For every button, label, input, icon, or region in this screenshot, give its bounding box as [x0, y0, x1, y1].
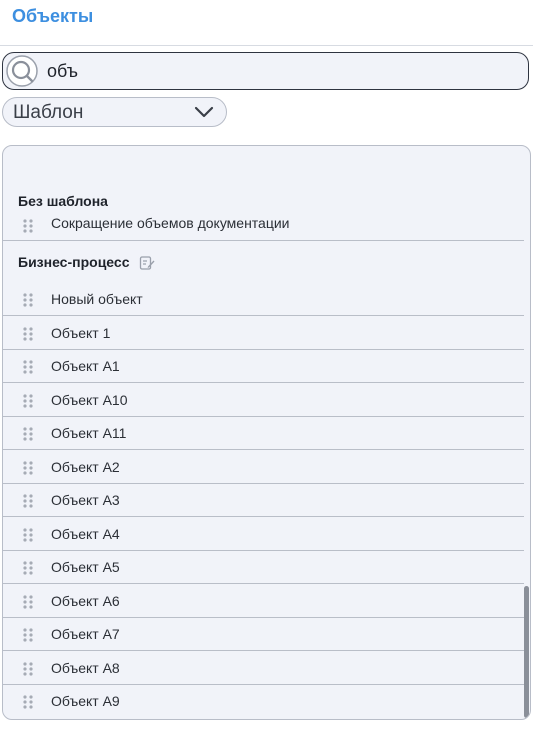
search-input[interactable] [47, 59, 507, 83]
list-item[interactable]: Объект А1 [3, 350, 524, 383]
list-item[interactable]: Объект А3 [3, 484, 524, 517]
list-item-label: Объект 1 [51, 325, 111, 341]
list-item-label: Объект А5 [51, 559, 120, 575]
page-title: Объекты [12, 6, 94, 26]
drag-handle-icon[interactable] [22, 393, 34, 409]
list-item-label: Объект А8 [51, 660, 120, 676]
list-item-label: Объект А9 [51, 693, 120, 709]
drag-handle-icon[interactable] [22, 560, 34, 576]
list-scrollbar[interactable] [524, 586, 529, 718]
header-divider [0, 45, 533, 46]
list-item-label: Объект А3 [51, 492, 120, 508]
drag-handle-icon[interactable] [22, 426, 34, 442]
drag-handle-icon[interactable] [22, 594, 34, 610]
list-item[interactable]: Объект А7 [3, 618, 524, 651]
list-item[interactable]: Объект А2 [3, 451, 524, 484]
list-item[interactable]: Объект А11 [3, 417, 524, 450]
list-item[interactable]: Объект А9 [3, 685, 524, 718]
list-item-label: Новый объект [51, 291, 143, 307]
drag-handle-icon[interactable] [22, 326, 34, 342]
drag-handle-icon[interactable] [22, 218, 34, 234]
drag-handle-icon[interactable] [22, 292, 34, 308]
list-item[interactable]: Новый объект [3, 283, 524, 316]
list-item-label: Сокращение объемов документации [51, 215, 290, 231]
list-item-label: Объект А4 [51, 526, 120, 542]
drag-handle-icon[interactable] [22, 460, 34, 476]
drag-handle-icon[interactable] [22, 661, 34, 677]
list-item[interactable]: Объект А4 [3, 518, 524, 551]
list-item-label: Объект А7 [51, 626, 120, 642]
list-item-label: Объект А2 [51, 459, 120, 475]
list-item[interactable]: Сокращение объемов документации [3, 208, 524, 241]
drag-handle-icon[interactable] [22, 527, 34, 543]
list-item-label: Объект А10 [51, 392, 128, 408]
template-dropdown-label: Шаблон [13, 102, 84, 123]
drag-handle-icon[interactable] [22, 694, 34, 710]
list-item[interactable]: Объект А6 [3, 585, 524, 618]
list-item-label: Объект А1 [51, 358, 120, 374]
drag-handle-icon[interactable] [22, 493, 34, 509]
search-icon [6, 55, 38, 87]
group-header-business-process: Бизнес-процесс [18, 254, 130, 270]
list-item-label: Объект А11 [51, 425, 127, 441]
drag-handle-icon[interactable] [22, 627, 34, 643]
edit-icon[interactable] [139, 255, 155, 271]
list-item[interactable]: Объект А10 [3, 384, 524, 417]
list-item[interactable]: Объект 1 [3, 317, 524, 350]
search-box[interactable] [2, 52, 529, 90]
list-item[interactable]: Объект А8 [3, 652, 524, 685]
group-header-no-template: Без шаблона [18, 193, 108, 209]
list-item-label: Объект А6 [51, 593, 120, 609]
drag-handle-icon[interactable] [22, 359, 34, 375]
list-item[interactable]: Объект А5 [3, 551, 524, 584]
template-dropdown[interactable]: Шаблон [2, 97, 227, 127]
chevron-down-icon [194, 106, 214, 118]
objects-list-panel: Без шаблона Сокращение объемов документа… [2, 145, 531, 720]
